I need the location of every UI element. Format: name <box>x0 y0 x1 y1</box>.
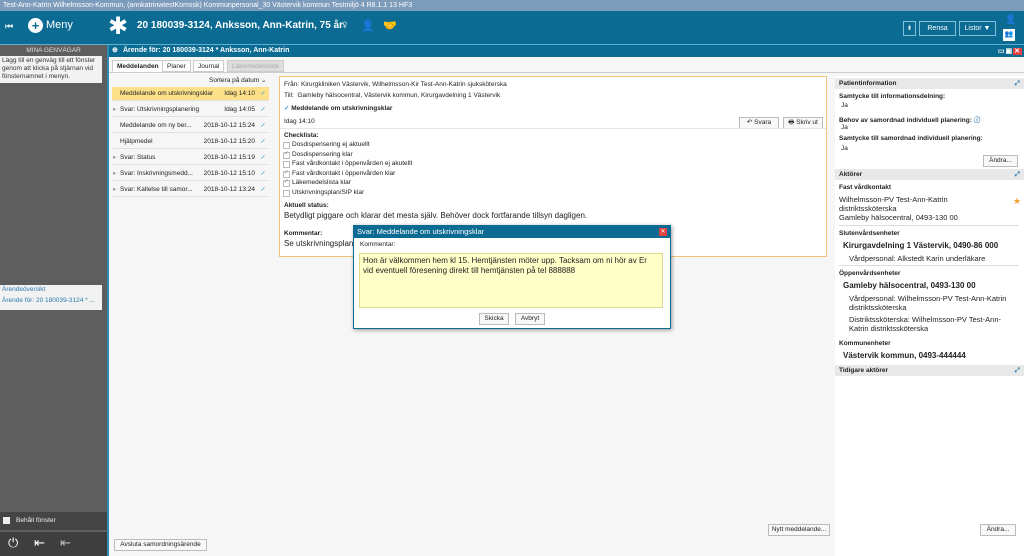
users-icon[interactable]: 👥 <box>1003 29 1015 41</box>
expand-icon[interactable]: ▸ <box>113 103 116 117</box>
patient-banner[interactable]: 20 180039-3124, Anksson, Ann-Katrin, 75 … <box>137 20 343 31</box>
female-icon: ♀ <box>340 17 350 32</box>
checklist-item: Fast vårdkontakt i öppenvården klar <box>283 169 395 178</box>
shortcuts-hint: Lägg till en genväg till ett fönster gen… <box>0 56 102 83</box>
star-icon[interactable]: ★ <box>1013 196 1021 207</box>
collapse-icon[interactable]: ⏮ <box>5 21 13 32</box>
menu-button[interactable]: Meny <box>46 19 73 31</box>
comment-text: Se utskrivningsplanen <box>284 239 363 248</box>
handshake-icon[interactable]: 🤝 <box>383 19 397 32</box>
check-icon: ✓ <box>260 170 266 177</box>
sidebar: MINA GENVÄGAR Lägg till en genväg till e… <box>0 45 107 556</box>
rensa-button[interactable]: Rensa <box>919 21 956 36</box>
logout-all-icon[interactable]: ⇤ <box>60 535 71 551</box>
message-list-item[interactable]: ▸ Svar: Utskrivningsplanering Idag 14:05 ✓ <box>112 103 269 117</box>
power-icon[interactable]: ⏻ <box>8 535 18 551</box>
message-subject: Meddelande om utskrivningsklar <box>291 105 393 112</box>
window-title: Test-Ann-Katrin Wilhelmsson-Kommun, (ann… <box>3 2 413 9</box>
check-icon: ✓ <box>260 154 266 161</box>
message-list-item[interactable]: ▸ Svar: Status 2018-10-12 15:19 ✓ <box>112 151 269 165</box>
shortcut-case-overview[interactable]: Ärendeöversikt <box>2 286 100 294</box>
shortcuts-title: MINA GENVÄGAR <box>26 47 81 54</box>
check-icon: ✓ <box>260 106 266 113</box>
checklist-item: Utskrivningsplan/SIP klar <box>283 189 364 197</box>
message-time: Idag 14:10 <box>284 118 315 125</box>
check-icon: ✓ <box>284 105 290 112</box>
pin-icon[interactable]: ⤢ <box>1015 365 1020 376</box>
checklist-item: Läkemedelslista klar <box>283 178 351 187</box>
close-icon[interactable]: ✕ <box>1013 48 1022 55</box>
check-icon: ✓ <box>260 90 266 97</box>
keep-window-checkbox[interactable]: Behåll fönster <box>0 512 107 530</box>
pin-icon[interactable]: ⤢ <box>1015 169 1020 180</box>
info-icon[interactable]: ⓘ <box>974 117 981 124</box>
tab-lakemedelslista[interactable]: Läkemedelslista <box>227 60 284 72</box>
status-label: Aktuell status: <box>284 202 329 209</box>
checklist-label: Checklista: <box>284 132 319 139</box>
case-window-title: Ärende för: 20 180039-3124 * Anksson, An… <box>123 47 290 54</box>
new-message-button[interactable]: Nytt meddelande... <box>768 524 830 536</box>
message-list-item[interactable]: ▸ Svar: Kallelse till samor... 2018-10-12 … <box>112 183 269 197</box>
app-header: ⏮ + Meny ✱ 20 180039-3124, Anksson, Ann-… <box>0 11 1024 45</box>
checklist-item: Fast vårdkontakt i öppenvården ej akutel… <box>283 160 412 168</box>
check-icon: ✓ <box>260 122 266 129</box>
plus-icon[interactable]: + <box>28 18 43 33</box>
close-icon[interactable]: ✕ <box>659 228 667 236</box>
tab-journal[interactable]: Journal <box>193 60 225 72</box>
comment-label: Kommentar: <box>284 230 323 237</box>
right-panel: Patientinformation ⤢ Samtycke till inform… <box>835 76 1024 556</box>
message-list-item[interactable]: Meddelande om utskrivningsklar Idag 14:10… <box>112 87 269 101</box>
tab-planer[interactable]: Planer <box>162 60 191 72</box>
checklist-item: Dosdispensering klar <box>283 150 353 159</box>
window-controls[interactable]: ▭▣✕ <box>998 46 1022 58</box>
comment-label: Kommentar: <box>360 241 396 248</box>
cancel-button[interactable]: Avbryt <box>515 313 545 325</box>
tab-meddelanden[interactable]: Meddelanden <box>112 60 164 72</box>
logout-icon[interactable]: ⇤ <box>34 535 45 551</box>
title-bar: Test-Ann-Katrin Wilhelmsson-Kommun, (ann… <box>0 0 1024 11</box>
case-icon: ⊕ <box>112 47 118 54</box>
send-button[interactable]: Skicka <box>479 313 509 325</box>
message-list-item[interactable]: Hjälpmedel 2018-10-12 15:20 ✓ <box>112 135 269 149</box>
check-icon: ✓ <box>260 186 266 193</box>
expand-icon[interactable]: ▸ <box>113 151 116 165</box>
change-previous-button[interactable]: Ändra... <box>980 524 1016 536</box>
pin-icon[interactable]: ⤢ <box>1015 78 1020 89</box>
expand-icon[interactable]: ▸ <box>113 167 116 181</box>
reply-dialog: Svar: Meddelande om utskrivningsklar ✕ Ko… <box>353 225 671 329</box>
change-button[interactable]: Ändra... <box>983 155 1018 167</box>
check-icon: ✓ <box>260 138 266 145</box>
message-to: Gamleby hälsocentral, Västervik kommun, … <box>297 92 501 99</box>
checklist-item: Dosdispensering ej aktuellt <box>283 141 370 149</box>
expand-icon[interactable]: ▸ <box>113 183 116 197</box>
person-icon[interactable]: 👤 <box>361 19 375 32</box>
comment-textarea[interactable]: Hon är välkommen hem kl 15. Hemtjänsten … <box>359 253 663 308</box>
star-of-life-icon: ✱ <box>108 13 129 40</box>
shortcut-case[interactable]: Ärende för: 20 180039-3124 * ... <box>2 297 100 305</box>
listor-dropdown[interactable]: Listor ▼ <box>959 21 996 36</box>
message-from: Kirurgkliniken Västervik, Wilhelmsson-Ki… <box>300 81 507 88</box>
filter-button[interactable]: ⇟ <box>903 21 916 36</box>
dialog-title: Svar: Meddelande om utskrivningsklar <box>357 227 485 236</box>
close-case-button[interactable]: Avsluta samordningsärende <box>114 539 207 551</box>
message-list-item[interactable]: Meddelande om ny ber... 2018-10-12 15:24 ✓ <box>112 119 269 133</box>
status-text: Betydligt piggare och klarar det mesta s… <box>284 211 588 220</box>
message-list-item[interactable]: ▸ Svar: Inskrivningsmedd... 2018-10-12 15:… <box>112 167 269 181</box>
user-icon[interactable]: 👤 <box>1005 14 1016 25</box>
sort-dropdown[interactable]: Sortera på datum ⌄ <box>209 76 266 84</box>
